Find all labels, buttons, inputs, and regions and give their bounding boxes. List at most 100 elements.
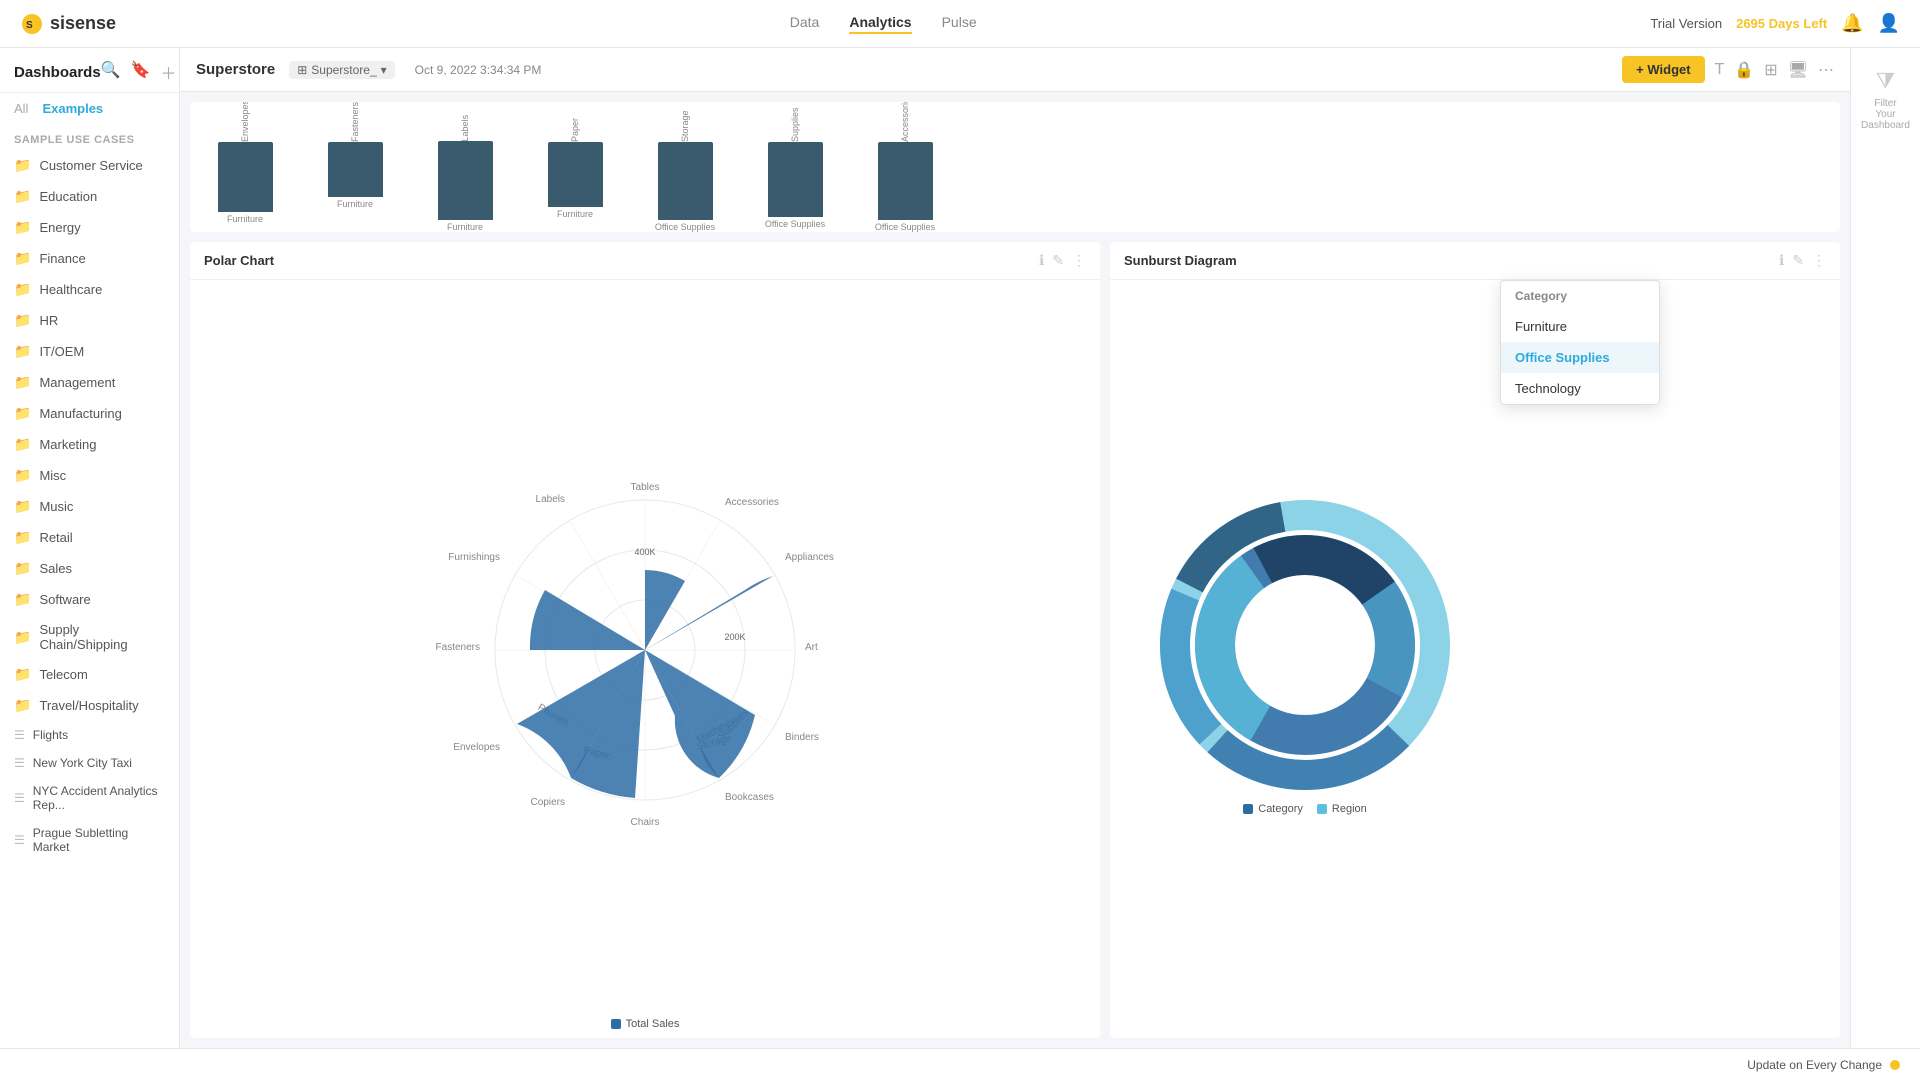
bar-group: Labels Furniture — [410, 112, 520, 232]
logo-text: sisense — [50, 13, 116, 34]
folder-icon: 📁 — [14, 498, 31, 515]
dropdown-item-technology[interactable]: Technology — [1501, 373, 1659, 404]
bookmark-icon[interactable]: 🔖 — [131, 60, 151, 84]
main-layout: Dashboards 🔍 🔖 ＋ All Examples Sample Use… — [0, 48, 1920, 1048]
edit-icon[interactable]: ✎ — [1792, 252, 1804, 269]
polar-chart-header-icons: ℹ ✎ ⋮ — [1039, 252, 1086, 269]
polar-chart-area: Tables Accessories Appliances Art Binder… — [190, 280, 1100, 1010]
sidebar-item-flights[interactable]: ☰ Flights — [0, 721, 179, 749]
bar-rect — [658, 142, 713, 220]
sidebar-item-management[interactable]: 📁 Management — [0, 367, 179, 398]
filter-icon: ⧩ — [1876, 68, 1896, 94]
folder-icon: 📁 — [14, 591, 31, 608]
sidebar-item-education[interactable]: 📁 Education — [0, 181, 179, 212]
nav-pulse[interactable]: Pulse — [942, 14, 977, 34]
search-icon[interactable]: 🔍 — [101, 60, 121, 84]
sidebar-item-label: Prague Subletting Market — [33, 826, 165, 854]
sidebar-item-label: New York City Taxi — [33, 756, 132, 770]
sidebar-item-energy[interactable]: 📁 Energy — [0, 212, 179, 243]
legend-item-region: Region — [1317, 803, 1367, 815]
sidebar-item-prague[interactable]: ☰ Prague Subletting Market — [0, 819, 179, 861]
bar-label-top: Paper — [570, 112, 580, 142]
folder-icon: 📁 — [14, 666, 31, 683]
dropdown-item-office-supplies[interactable]: Office Supplies — [1501, 342, 1659, 373]
info-icon[interactable]: ℹ — [1039, 252, 1044, 269]
nav-data[interactable]: Data — [790, 14, 820, 34]
folder-icon: 📁 — [14, 250, 31, 267]
svg-text:200K: 200K — [724, 632, 745, 642]
sidebar-item-label: Energy — [39, 220, 80, 235]
sidebar-item-travel[interactable]: 📁 Travel/Hospitality — [0, 690, 179, 721]
sunburst-header-icons: ℹ ✎ ⋮ — [1779, 252, 1826, 269]
sidebar-item-manufacturing[interactable]: 📁 Manufacturing — [0, 398, 179, 429]
svg-text:S: S — [26, 20, 33, 31]
bar-group: Accessories Office Supplies — [850, 112, 960, 232]
svg-text:Furnishings: Furnishings — [448, 552, 500, 563]
svg-text:Bookcases: Bookcases — [725, 792, 774, 803]
sidebar-item-marketing[interactable]: 📁 Marketing — [0, 429, 179, 460]
sidebar-item-itoem[interactable]: 📁 IT/OEM — [0, 336, 179, 367]
sidebar-item-customer-service[interactable]: 📁 Customer Service — [0, 150, 179, 181]
folder-icon: 📁 — [14, 281, 31, 298]
dropdown-header: Category — [1501, 281, 1659, 311]
folder-icon: 📁 — [14, 405, 31, 422]
tab-all[interactable]: All — [14, 101, 28, 116]
sunburst-legend: Category Region — [1229, 795, 1381, 823]
sidebar-item-label: Misc — [39, 468, 66, 483]
sidebar-item-software[interactable]: 📁 Software — [0, 584, 179, 615]
polar-chart-widget: Polar Chart ℹ ✎ ⋮ — [190, 242, 1100, 1038]
svg-text:Copiers: Copiers — [531, 797, 565, 808]
widget-button[interactable]: + Widget — [1622, 56, 1704, 83]
more-icon[interactable]: ⋯ — [1818, 60, 1834, 80]
edit-icon[interactable]: ✎ — [1052, 252, 1064, 269]
sidebar-item-label: Marketing — [39, 437, 96, 452]
bar-group: Fasteners Furniture — [300, 112, 410, 232]
user-icon[interactable]: 👤 — [1878, 13, 1900, 34]
list-icon: ☰ — [14, 756, 25, 770]
bar-rect — [218, 142, 273, 212]
filter-button[interactable]: ⧩ Filter Your Dashboard — [1861, 68, 1910, 131]
sidebar-item-label: Manufacturing — [39, 406, 121, 421]
sidebar-item-hr[interactable]: 📁 HR — [0, 305, 179, 336]
bar-rect — [328, 142, 383, 197]
dashboard-tag[interactable]: ⊞ Superstore_ ▾ — [289, 61, 394, 79]
sidebar-item-healthcare[interactable]: 📁 Healthcare — [0, 274, 179, 305]
info-icon[interactable]: ℹ — [1779, 252, 1784, 269]
content-area: Envelopes Furniture Fasteners Furniture … — [180, 92, 1850, 1048]
sidebar-item-telecom[interactable]: 📁 Telecom — [0, 659, 179, 690]
sidebar-item-nyc-accident[interactable]: ☰ NYC Accident Analytics Rep... — [0, 777, 179, 819]
folder-icon: 📁 — [14, 188, 31, 205]
tab-examples[interactable]: Examples — [42, 101, 103, 116]
sidebar-item-retail[interactable]: 📁 Retail — [0, 522, 179, 553]
dashboard-tag-icon: ⊞ — [297, 63, 307, 77]
sidebar-item-finance[interactable]: 📁 Finance — [0, 243, 179, 274]
add-icon[interactable]: ＋ — [161, 60, 177, 84]
svg-text:Chairs: Chairs — [631, 817, 660, 828]
sidebar-item-supply-chain[interactable]: 📁 Supply Chain/Shipping — [0, 615, 179, 659]
grid-icon[interactable]: ⊞ — [1764, 60, 1777, 80]
bar-group: Envelopes Furniture — [190, 112, 300, 232]
bar-category: Office Supplies — [655, 222, 715, 232]
sidebar-item-label: Retail — [39, 530, 72, 545]
more-icon[interactable]: ⋮ — [1072, 252, 1086, 269]
nav-analytics[interactable]: Analytics — [849, 14, 911, 34]
text-icon[interactable]: T — [1715, 61, 1725, 79]
dropdown-item-furniture[interactable]: Furniture — [1501, 311, 1659, 342]
monitor-icon[interactable]: 🖥 — [1788, 60, 1808, 80]
filter-sidebar: ⧩ Filter Your Dashboard — [1850, 48, 1920, 1048]
folder-icon: 📁 — [14, 467, 31, 484]
notification-icon[interactable]: 🔔 — [1841, 13, 1863, 34]
top-nav-links: Data Analytics Pulse — [156, 14, 1610, 34]
sidebar-item-misc[interactable]: 📁 Misc — [0, 460, 179, 491]
more-icon[interactable]: ⋮ — [1812, 252, 1826, 269]
sidebar-item-music[interactable]: 📁 Music — [0, 491, 179, 522]
category-dropdown[interactable]: Category Furniture Office Supplies Techn… — [1500, 280, 1660, 405]
bar-category: Office Supplies — [765, 219, 825, 229]
polar-chart-title: Polar Chart — [204, 253, 274, 268]
lock-icon[interactable]: 🔒 — [1734, 60, 1754, 80]
bottom-bar: Update on Every Change — [0, 1048, 1920, 1080]
svg-text:Labels: Labels — [536, 494, 565, 505]
sidebar-item-nyc-taxi[interactable]: ☰ New York City Taxi — [0, 749, 179, 777]
sidebar-item-label: Flights — [33, 728, 68, 742]
sidebar-item-sales[interactable]: 📁 Sales — [0, 553, 179, 584]
